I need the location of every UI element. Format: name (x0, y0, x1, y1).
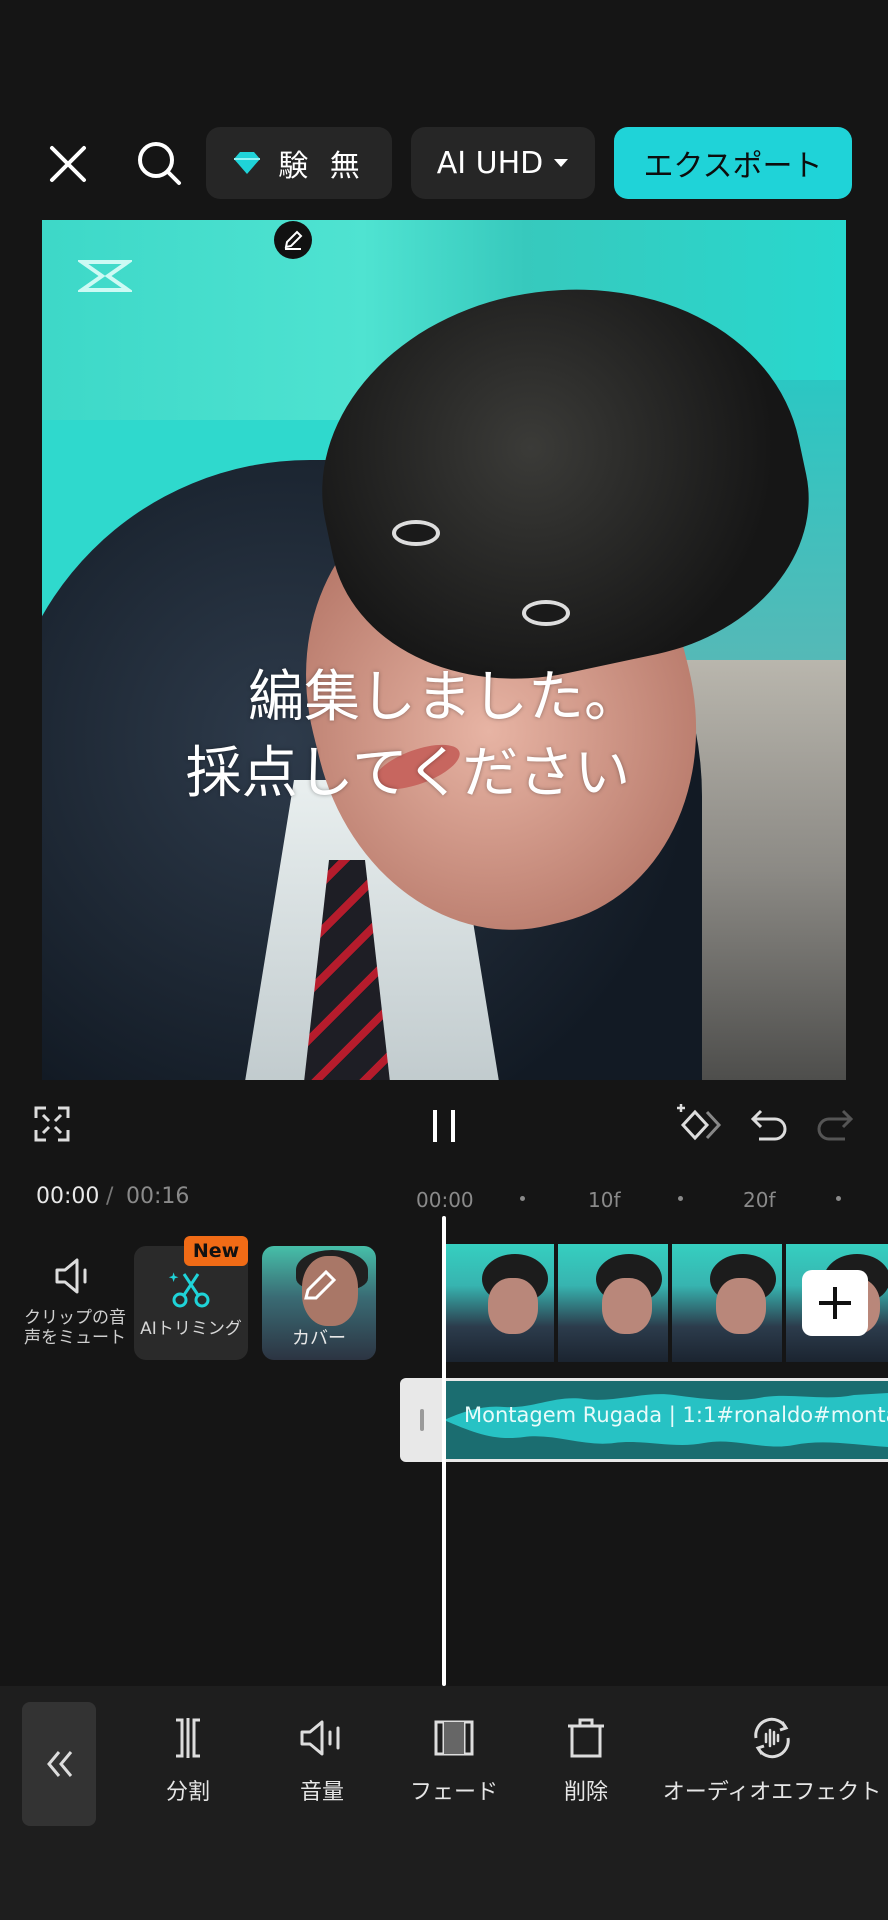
volume-label: 音量 (299, 1780, 344, 1805)
split-label: 分割 (165, 1780, 210, 1805)
caption-line: 採点してください (185, 741, 631, 806)
ai-trimming-label: AIトリミング (140, 1319, 242, 1339)
speaker-icon (55, 1258, 87, 1294)
audio-title: Montagem Rugada | 1:1#ronaldo#monta (464, 1403, 888, 1427)
fade-label: フェード (409, 1780, 498, 1805)
split-tool[interactable]: 分割 (158, 1716, 218, 1806)
undo-button[interactable] (748, 1104, 790, 1146)
frame-face (488, 1278, 538, 1334)
delete-tool[interactable]: 削除 (556, 1716, 616, 1806)
trial-text: 験 無 (278, 149, 366, 184)
pause-button[interactable] (424, 1106, 464, 1146)
undo-icon (750, 1109, 787, 1141)
pencil-icon (284, 230, 303, 250)
ai-scissors-icon (168, 1272, 210, 1308)
ruler-label: 20f (743, 1188, 776, 1212)
caption-text[interactable]: 編集しました。 採点してください (42, 660, 846, 812)
search-button[interactable] (128, 132, 192, 196)
clip-frame (672, 1244, 784, 1362)
frame-face (602, 1278, 652, 1334)
audio-effect-label: オーディオエフェクト (662, 1780, 882, 1805)
ruler-dot (836, 1196, 841, 1201)
mute-clip-audio-button[interactable]: クリップの音声をミュート (22, 1256, 128, 1348)
redo-button[interactable] (814, 1104, 856, 1146)
capcut-watermark-icon (78, 260, 132, 292)
clip-frame (444, 1244, 556, 1362)
audio-effect-icon (754, 1717, 790, 1759)
playhead[interactable] (442, 1216, 446, 1686)
audio-clip-track[interactable]: Montagem Rugada | 1:1#ronaldo#monta (400, 1378, 888, 1462)
preview-eye (392, 520, 440, 546)
current-time: 00:00 (36, 1184, 100, 1209)
fade-icon (434, 1720, 474, 1756)
pause-icon (433, 1110, 455, 1142)
fullscreen-button[interactable] (30, 1102, 74, 1146)
audio-trim-handle[interactable] (400, 1378, 444, 1462)
search-icon (138, 142, 181, 185)
close-button[interactable] (36, 132, 100, 196)
fade-tool[interactable]: フェード (404, 1716, 504, 1806)
close-icon (50, 146, 86, 182)
ruler-label: 10f (588, 1188, 621, 1212)
clip-frame (558, 1244, 670, 1362)
keyframe-button[interactable] (672, 1102, 726, 1148)
export-button[interactable]: エクスポート (614, 127, 852, 199)
ruler-label: 00:00 (416, 1188, 474, 1212)
frame-face (716, 1278, 766, 1334)
pencil-icon (304, 1269, 337, 1300)
delete-label: 削除 (563, 1780, 608, 1805)
trial-pill[interactable]: 験 無 (206, 127, 392, 199)
quality-label: AI UHD (436, 145, 544, 181)
ruler-dot (678, 1196, 683, 1201)
time-separator: / (106, 1184, 114, 1209)
add-clip-button[interactable] (802, 1270, 868, 1336)
caret-down-icon (554, 159, 569, 167)
video-preview[interactable]: 編集しました。 採点してください (42, 220, 846, 1080)
cover-label: カバー (292, 1328, 346, 1349)
new-badge: New (184, 1236, 248, 1266)
cover-button[interactable]: カバー (262, 1246, 376, 1360)
quality-dropdown[interactable]: AI UHD (411, 127, 595, 199)
volume-tool[interactable]: 音量 (292, 1716, 352, 1806)
expand-icon (34, 1106, 70, 1142)
volume-icon (300, 1720, 340, 1756)
double-chevron-left-icon (47, 1751, 73, 1777)
split-icon (176, 1718, 200, 1758)
collapse-toolbar-button[interactable] (22, 1702, 96, 1826)
redo-icon (817, 1109, 854, 1141)
diamond-icon (234, 152, 261, 174)
edit-overlay-button[interactable] (274, 221, 312, 259)
mute-clip-label: クリップの音声をミュート (24, 1308, 126, 1348)
caption-line: 編集しました。 (248, 665, 640, 730)
total-time: 00:16 (126, 1184, 190, 1209)
plus-icon (819, 1287, 851, 1319)
audio-clip[interactable]: Montagem Rugada | 1:1#ronaldo#monta (444, 1378, 888, 1462)
delete-icon (568, 1718, 604, 1758)
preview-eye (522, 600, 570, 626)
ruler-dot (520, 1196, 525, 1201)
audio-effect-tool[interactable]: オーディオエフェクト (660, 1716, 884, 1806)
keyframe-icon (677, 1104, 722, 1141)
